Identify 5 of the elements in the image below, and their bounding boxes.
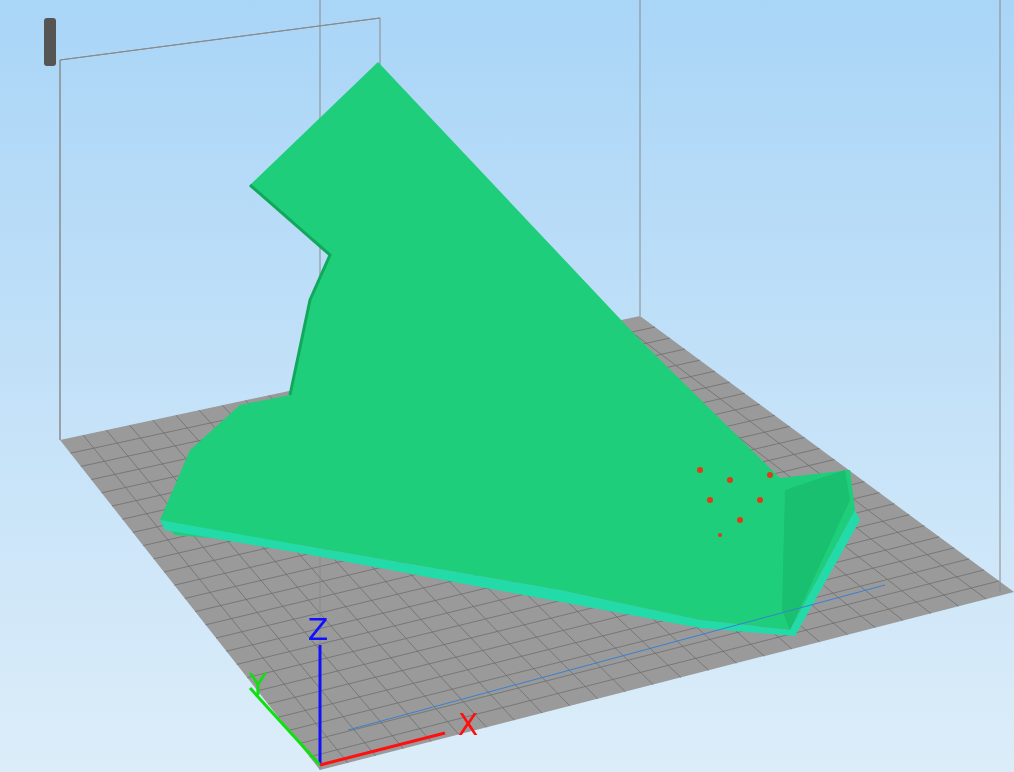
preview-viewport[interactable]: Z Y X (0, 0, 1014, 772)
axis-label: X (457, 707, 479, 742)
axis-label: Z (307, 612, 329, 647)
axis-label: Y (248, 667, 268, 702)
wipe-tower-drawing (44, 18, 56, 66)
